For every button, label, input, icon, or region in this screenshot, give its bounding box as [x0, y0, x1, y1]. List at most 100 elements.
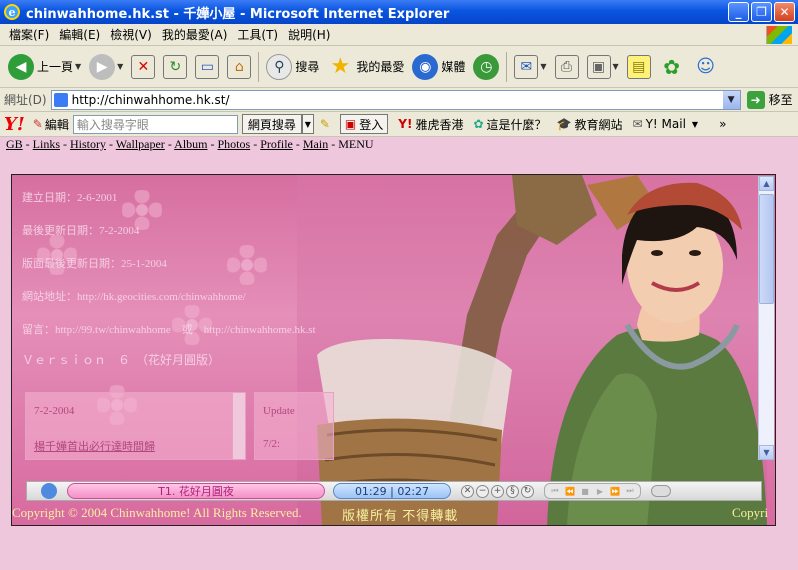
nav-separator: -: [22, 137, 33, 151]
scroll-thumb[interactable]: [759, 194, 774, 304]
web-search-button[interactable]: 網頁搜尋: [241, 114, 302, 134]
toolbar-more-button[interactable]: »: [719, 117, 726, 131]
web-search-dropdown-icon[interactable]: ▼: [301, 114, 314, 134]
whatis-link[interactable]: ✿ 這是什麼？: [473, 116, 546, 133]
maximize-button[interactable]: ❐: [751, 2, 772, 22]
print-button[interactable]: ⎙: [551, 49, 583, 85]
media-button[interactable]: ◉ 媒體: [408, 49, 469, 85]
mail-dropdown-icon[interactable]: ▼: [540, 62, 546, 71]
stop-button[interactable]: ✕: [127, 49, 159, 85]
repeat-icon[interactable]: ↻: [521, 484, 534, 498]
flower-icon: ✿: [663, 54, 681, 79]
forward-arrow-icon: ▶: [89, 53, 116, 80]
next-track-icon[interactable]: ⏭: [623, 485, 637, 497]
nav-separator: -: [60, 137, 71, 151]
menu-file[interactable]: 檔案(F): [4, 26, 54, 43]
edit-page-button[interactable]: ▣ ▼: [583, 49, 623, 85]
nav-links-link[interactable]: Links: [33, 137, 60, 151]
menu-view[interactable]: 檢視(V): [105, 26, 157, 43]
envelope-icon: ✉: [632, 117, 643, 131]
update-date: 7/2:: [263, 438, 281, 450]
refresh-button[interactable]: ↻: [159, 49, 191, 85]
nav-main-link[interactable]: Main: [303, 137, 328, 151]
menu-edit[interactable]: 編輯(E): [54, 26, 105, 43]
nav-photos-link[interactable]: Photos: [218, 137, 251, 151]
minimize-button[interactable]: _: [728, 2, 749, 22]
nav-separator: -: [328, 137, 339, 151]
toolbar-separator: [258, 51, 260, 82]
yahoo-toolbar: Y! ✎ 編輯 輸入搜尋字眼 網頁搜尋 ▼ ✎ ▣ 登入 Y! 雅虎香港 ✿ 這…: [0, 112, 798, 137]
nav-profile-link[interactable]: Profile: [260, 137, 293, 151]
nav-separator: -: [292, 137, 303, 151]
nav-separator: -: [207, 137, 218, 151]
favorites-button[interactable]: ★ 我的最愛: [323, 49, 408, 85]
news-link[interactable]: 楊千嬅首出必行達時間歸: [34, 438, 155, 454]
nav-wallpaper-link[interactable]: Wallpaper: [116, 137, 165, 151]
yahoo-edit-pencil-icon[interactable]: ✎: [33, 117, 43, 131]
fast-forward-icon[interactable]: ⏩: [608, 485, 622, 497]
back-button[interactable]: ◀ 上一頁 ▼: [4, 49, 85, 85]
news-scrollbar[interactable]: [232, 393, 245, 459]
windows-flag-icon: [766, 26, 792, 44]
icq-button[interactable]: ✿: [655, 49, 689, 85]
standard-toolbar: ◀ 上一頁 ▼ ▶ ▼ ✕ ↻ ▭ ⌂ ⚲ 搜尋 ★ 我的最愛 ◉ 媒體 ◷ ✉…: [0, 46, 798, 88]
back-arrow-icon: ◀: [8, 53, 34, 80]
copyright-text: Copyright © 2004 Chinwahhome! All Rights…: [12, 505, 302, 520]
yahoo-search-input[interactable]: 輸入搜尋字眼: [72, 114, 238, 134]
volume-up-icon[interactable]: +: [491, 484, 504, 498]
search-button[interactable]: ⚲ 搜尋: [262, 49, 323, 85]
graduation-cap-icon: 🎓: [556, 117, 572, 131]
scroll-down-icon[interactable]: ▼: [759, 445, 774, 460]
edit-dropdown-icon[interactable]: ▼: [613, 62, 619, 71]
frame-scrollbar[interactable]: ▲ ▼: [758, 176, 774, 460]
history-button[interactable]: ◷: [469, 49, 503, 85]
yahoo-logo[interactable]: Y!: [4, 114, 25, 135]
volume-down-icon[interactable]: −: [476, 484, 489, 498]
banner-frame: 建立日期：2-6-2001 最後更新日期：7-2-2004 版面最後更新日期：2…: [11, 174, 776, 526]
rewind-icon[interactable]: ⏪: [563, 485, 577, 497]
ymail-link[interactable]: ✉ Y! Mail ▼: [633, 117, 702, 131]
music-player: T1. 花好月圓夜 01:29 | 02:27 ✕ − + § ↻ ⏮ ⏪ ■ …: [26, 481, 762, 501]
close-button[interactable]: ✕: [774, 2, 795, 22]
prev-track-icon[interactable]: ⏮: [548, 485, 562, 497]
ymail-label: Y! Mail: [645, 117, 686, 131]
yahoo-hk-link[interactable]: Y! 雅虎香港: [398, 116, 463, 133]
home-button[interactable]: ⌂: [223, 49, 255, 85]
news-box: 7-2-2004 楊千嬅首出必行達時間歸: [25, 392, 246, 460]
nav-history-link[interactable]: History: [70, 137, 106, 151]
yahoo-edit-button[interactable]: 編輯: [45, 116, 69, 133]
nav-separator: -: [250, 137, 261, 151]
back-dropdown-icon[interactable]: ▼: [75, 62, 81, 71]
address-input[interactable]: http://chinwahhome.hk.st/ ▼: [50, 89, 741, 110]
media-globe-icon: ◉: [412, 53, 439, 80]
media-label: 媒體: [441, 60, 466, 74]
mute-icon[interactable]: ✕: [461, 484, 474, 498]
menu-favorites[interactable]: 我的最愛(A): [157, 26, 233, 43]
address-dropdown-icon[interactable]: ▼: [722, 90, 740, 109]
messenger-button[interactable]: ☺: [689, 49, 723, 85]
scroll-up-icon[interactable]: ▲: [759, 176, 774, 191]
nav-album-link[interactable]: Album: [174, 137, 207, 151]
eject-button[interactable]: [651, 485, 671, 497]
menu-help[interactable]: 說明(H): [283, 26, 335, 43]
nav-gb-link[interactable]: GB: [6, 137, 23, 151]
menu-tools[interactable]: 工具(T): [232, 26, 283, 43]
play-icon[interactable]: ▶: [593, 485, 607, 497]
forward-button[interactable]: ▶ ▼: [85, 49, 127, 85]
go-button[interactable]: ➜ 移至: [746, 90, 793, 109]
copyright-notice: 版權所有 不得轉載: [342, 508, 459, 523]
mail-button[interactable]: ✉ ▼: [510, 49, 550, 85]
yahoo-search-placeholder: 輸入搜尋字眼: [76, 117, 149, 132]
update-label: Update: [263, 405, 295, 417]
yahoo-small-logo-icon: Y!: [398, 117, 413, 131]
yahoo-login-button[interactable]: ▣ 登入: [339, 114, 389, 134]
education-link[interactable]: 🎓 教育網站: [557, 116, 623, 133]
shuffle-icon[interactable]: §: [506, 484, 519, 498]
notes-button[interactable]: ▤: [623, 49, 655, 85]
stop-icon[interactable]: ■: [578, 485, 592, 497]
ymail-dropdown-icon[interactable]: ▼: [692, 120, 698, 129]
guestbook-address: 留言：http://99.tw/chinwahhome 或 http://chi…: [22, 324, 316, 336]
forward-dropdown-icon[interactable]: ▼: [117, 62, 123, 71]
highlighter-icon[interactable]: ✎: [320, 117, 330, 131]
window-icon-button[interactable]: ▭: [191, 49, 223, 85]
